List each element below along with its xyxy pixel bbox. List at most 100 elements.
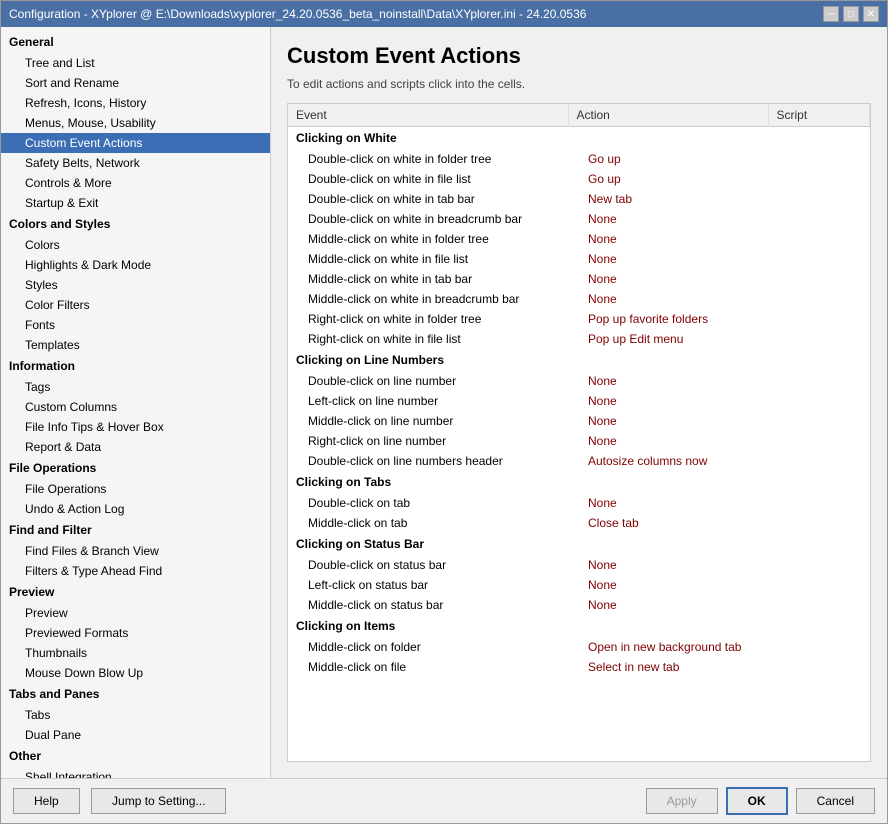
sidebar-item[interactable]: Custom Columns [1, 397, 270, 417]
action-cell[interactable]: None [568, 493, 768, 513]
sidebar-item[interactable]: Report & Data [1, 437, 270, 457]
table-row[interactable]: Double-click on white in tab barNew tab [288, 189, 870, 209]
script-cell[interactable] [768, 269, 870, 289]
sidebar-item[interactable]: File Operations [1, 479, 270, 499]
action-cell[interactable]: Go up [568, 169, 768, 189]
action-cell[interactable]: None [568, 595, 768, 615]
sidebar-item[interactable]: Controls & More [1, 173, 270, 193]
table-row[interactable]: Right-click on white in folder treePop u… [288, 309, 870, 329]
event-cell[interactable]: Double-click on white in file list [288, 169, 568, 189]
event-cell[interactable]: Double-click on line numbers header [288, 451, 568, 471]
sidebar-item[interactable]: Colors [1, 235, 270, 255]
action-cell[interactable]: None [568, 431, 768, 451]
action-cell[interactable]: None [568, 411, 768, 431]
table-row[interactable]: Left-click on status barNone [288, 575, 870, 595]
action-cell[interactable]: Pop up Edit menu [568, 329, 768, 349]
help-button[interactable]: Help [13, 788, 80, 814]
action-cell[interactable]: Open in new background tab [568, 637, 768, 657]
script-cell[interactable] [768, 451, 870, 471]
table-row[interactable]: Middle-click on fileSelect in new tab [288, 657, 870, 677]
script-cell[interactable] [768, 189, 870, 209]
script-cell[interactable] [768, 657, 870, 677]
sidebar-item[interactable]: Styles [1, 275, 270, 295]
script-cell[interactable] [768, 289, 870, 309]
sidebar-item[interactable]: Dual Pane [1, 725, 270, 745]
table-row[interactable]: Middle-click on line numberNone [288, 411, 870, 431]
sidebar-item[interactable]: Templates [1, 335, 270, 355]
table-row[interactable]: Middle-click on tabClose tab [288, 513, 870, 533]
action-cell[interactable]: None [568, 575, 768, 595]
event-cell[interactable]: Middle-click on white in folder tree [288, 229, 568, 249]
event-cell[interactable]: Middle-click on status bar [288, 595, 568, 615]
sidebar-item[interactable]: Tabs [1, 705, 270, 725]
sidebar-item[interactable]: Filters & Type Ahead Find [1, 561, 270, 581]
script-cell[interactable] [768, 249, 870, 269]
script-cell[interactable] [768, 513, 870, 533]
action-cell[interactable]: Go up [568, 149, 768, 169]
sidebar-item[interactable]: Mouse Down Blow Up [1, 663, 270, 683]
event-cell[interactable]: Middle-click on white in file list [288, 249, 568, 269]
script-cell[interactable] [768, 411, 870, 431]
sidebar-item[interactable]: Highlights & Dark Mode [1, 255, 270, 275]
action-cell[interactable]: Pop up favorite folders [568, 309, 768, 329]
event-cell[interactable]: Double-click on white in folder tree [288, 149, 568, 169]
table-row[interactable]: Middle-click on white in tab barNone [288, 269, 870, 289]
event-cell[interactable]: Middle-click on white in breadcrumb bar [288, 289, 568, 309]
script-cell[interactable] [768, 209, 870, 229]
action-cell[interactable]: Autosize columns now [568, 451, 768, 471]
sidebar-item[interactable]: Tree and List [1, 53, 270, 73]
sidebar-item[interactable]: Find Files & Branch View [1, 541, 270, 561]
script-cell[interactable] [768, 555, 870, 575]
table-row[interactable]: Middle-click on white in folder treeNone [288, 229, 870, 249]
action-cell[interactable]: None [568, 229, 768, 249]
sidebar-item[interactable]: Tags [1, 377, 270, 397]
sidebar-item[interactable]: Thumbnails [1, 643, 270, 663]
sidebar-item[interactable]: Menus, Mouse, Usability [1, 113, 270, 133]
action-cell[interactable]: Close tab [568, 513, 768, 533]
sidebar-item[interactable]: File Info Tips & Hover Box [1, 417, 270, 437]
script-cell[interactable] [768, 637, 870, 657]
minimize-button[interactable]: ─ [823, 6, 839, 22]
sidebar-item[interactable]: Startup & Exit [1, 193, 270, 213]
action-cell[interactable]: None [568, 391, 768, 411]
table-row[interactable]: Double-click on line numberNone [288, 371, 870, 391]
table-row[interactable]: Double-click on white in folder treeGo u… [288, 149, 870, 169]
maximize-button[interactable]: □ [843, 6, 859, 22]
sidebar-item[interactable]: Undo & Action Log [1, 499, 270, 519]
action-cell[interactable]: None [568, 269, 768, 289]
action-cell[interactable]: None [568, 289, 768, 309]
script-cell[interactable] [768, 149, 870, 169]
event-cell[interactable]: Middle-click on tab [288, 513, 568, 533]
ok-button[interactable]: OK [726, 787, 788, 815]
event-cell[interactable]: Middle-click on white in tab bar [288, 269, 568, 289]
sidebar-item[interactable]: Refresh, Icons, History [1, 93, 270, 113]
script-cell[interactable] [768, 431, 870, 451]
sidebar-item[interactable]: Shell Integration [1, 767, 270, 778]
sidebar-item[interactable]: Fonts [1, 315, 270, 335]
action-cell[interactable]: None [568, 371, 768, 391]
event-cell[interactable]: Double-click on tab [288, 493, 568, 513]
script-cell[interactable] [768, 309, 870, 329]
sidebar-item[interactable]: Previewed Formats [1, 623, 270, 643]
script-cell[interactable] [768, 329, 870, 349]
table-row[interactable]: Middle-click on white in file listNone [288, 249, 870, 269]
table-row[interactable]: Middle-click on white in breadcrumb barN… [288, 289, 870, 309]
action-cell[interactable]: New tab [568, 189, 768, 209]
action-cell[interactable]: None [568, 555, 768, 575]
table-row[interactable]: Double-click on tabNone [288, 493, 870, 513]
close-button[interactable]: ✕ [863, 6, 879, 22]
table-row[interactable]: Double-click on white in breadcrumb barN… [288, 209, 870, 229]
sidebar-item[interactable]: Preview [1, 603, 270, 623]
table-row[interactable]: Left-click on line numberNone [288, 391, 870, 411]
table-row[interactable]: Middle-click on status barNone [288, 595, 870, 615]
action-cell[interactable]: None [568, 209, 768, 229]
event-cell[interactable]: Middle-click on folder [288, 637, 568, 657]
table-row[interactable]: Double-click on white in file listGo up [288, 169, 870, 189]
event-cell[interactable]: Left-click on line number [288, 391, 568, 411]
action-cell[interactable]: Select in new tab [568, 657, 768, 677]
sidebar-item[interactable]: Color Filters [1, 295, 270, 315]
event-cell[interactable]: Right-click on line number [288, 431, 568, 451]
action-cell[interactable]: None [568, 249, 768, 269]
script-cell[interactable] [768, 575, 870, 595]
cancel-button[interactable]: Cancel [796, 788, 875, 814]
